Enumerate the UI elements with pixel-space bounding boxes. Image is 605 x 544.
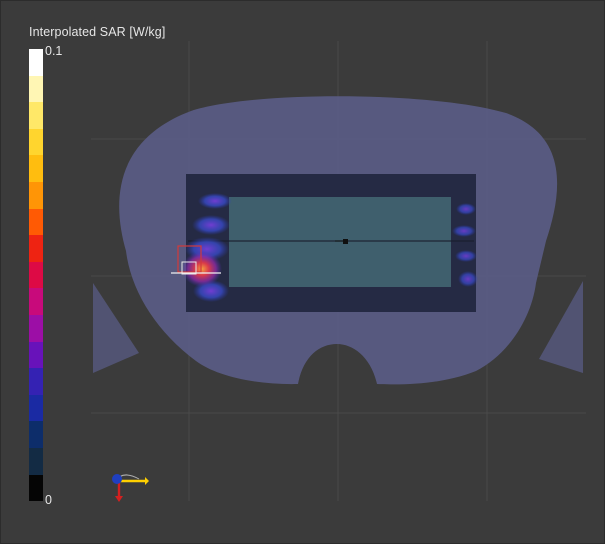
colorbar-segment — [29, 261, 43, 289]
colorbar-segment — [29, 235, 43, 262]
sar-3d-viewport[interactable]: Interpolated SAR [W/kg] 0.1 0 — [0, 0, 605, 544]
colorbar-segment — [29, 75, 43, 103]
phantom-left-fin — [93, 283, 139, 373]
colorbar-segment — [29, 394, 43, 422]
colorbar-segment — [29, 155, 43, 182]
colorbar-segment — [29, 421, 43, 448]
colorbar-segment — [29, 447, 43, 475]
legend-title: Interpolated SAR [W/kg] — [29, 25, 166, 39]
colorbar-segment — [29, 208, 43, 236]
colorbar-segment — [29, 288, 43, 315]
colorbar-segment — [29, 181, 43, 209]
colorbar-max-label: 0.1 — [45, 44, 63, 58]
colorbar-segment — [29, 49, 43, 76]
sar-scene — [91, 41, 586, 501]
phantom-right-fin — [539, 281, 583, 373]
colorbar-segment — [29, 314, 43, 342]
colorbar-segment — [29, 474, 43, 502]
inner-panel — [229, 197, 451, 287]
colorbar-segment — [29, 341, 43, 369]
colorbar-segment — [29, 102, 43, 129]
axis-triad-icon[interactable] — [105, 467, 149, 503]
center-point — [343, 239, 348, 244]
sar-colorbar — [29, 49, 43, 502]
colorbar-min-label: 0 — [45, 493, 52, 507]
colorbar-segment — [29, 368, 43, 395]
colorbar-segment — [29, 128, 43, 156]
